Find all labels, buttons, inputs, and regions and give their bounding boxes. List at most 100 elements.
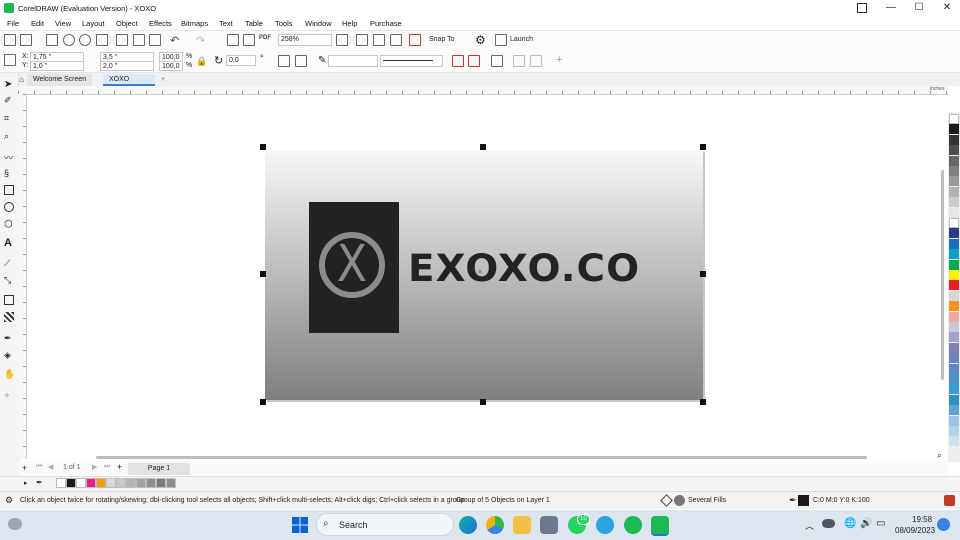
telegram-icon[interactable] (596, 516, 614, 534)
document-palette-swatch[interactable] (126, 478, 136, 488)
mirror-vertical-icon[interactable] (295, 55, 307, 67)
volume-icon[interactable]: 🔊 (860, 518, 872, 529)
spotify-icon[interactable] (624, 516, 642, 534)
export-icon[interactable] (243, 34, 255, 46)
selection-handle-bottom-right[interactable] (700, 399, 706, 405)
palette-swatch[interactable] (949, 311, 959, 322)
palette-swatch[interactable] (949, 186, 959, 197)
import-icon[interactable] (227, 34, 239, 46)
document-palette-swatch[interactable] (76, 478, 86, 488)
palette-swatch[interactable] (949, 238, 959, 249)
document-palette-swatch[interactable] (136, 478, 146, 488)
menu-text[interactable]: Text (219, 19, 233, 28)
maximize-button[interactable]: ☐ (912, 2, 926, 14)
document-palette-swatch[interactable] (56, 478, 66, 488)
menu-file[interactable]: File (7, 19, 19, 28)
tray-chevron-icon[interactable]: ︿ (805, 519, 814, 532)
selection-handle-bottom-left[interactable] (260, 399, 266, 405)
settings-app-icon[interactable] (540, 516, 558, 534)
palette-swatch[interactable] (949, 353, 959, 364)
menu-object[interactable]: Object (116, 19, 138, 28)
palette-swatch[interactable] (949, 332, 959, 343)
prev-page-icon[interactable]: ◀ (48, 463, 53, 471)
tab-xoxo[interactable]: XOXO (103, 74, 155, 86)
paste-icon[interactable] (149, 34, 161, 46)
show-guidelines-icon[interactable] (390, 34, 402, 46)
parallel-dimension-icon[interactable]: ⟋ (4, 258, 14, 268)
palette-swatch[interactable] (949, 145, 959, 156)
document-palette-swatch[interactable] (66, 478, 76, 488)
export-pdf-icon[interactable]: PDF (259, 35, 271, 41)
palette-swatch[interactable] (949, 405, 959, 416)
palette-swatch[interactable] (949, 384, 959, 395)
zoom-corner-icon[interactable]: ⌕ (937, 451, 941, 461)
new-document-icon[interactable] (4, 34, 16, 46)
combine-icon[interactable] (513, 55, 525, 67)
menu-bitmaps[interactable]: Bitmaps (181, 19, 208, 28)
hints-panel-icon[interactable] (944, 495, 955, 506)
horizontal-scrollbar[interactable] (96, 456, 867, 459)
file-explorer-icon[interactable] (513, 516, 531, 534)
first-page-icon[interactable]: ⏮ (36, 463, 42, 471)
align-distribute-icon[interactable] (491, 55, 503, 67)
edge-browser-icon[interactable] (459, 516, 477, 534)
alignment-guides-icon[interactable] (409, 34, 421, 46)
cut-icon[interactable] (116, 34, 128, 46)
palette-swatch[interactable] (949, 322, 959, 332)
onedrive-icon[interactable] (822, 519, 835, 528)
palette-swatch[interactable] (949, 374, 959, 384)
clock-date[interactable]: 08/09/2023 (895, 526, 935, 535)
open-icon[interactable] (20, 34, 32, 46)
document-palette-swatch[interactable] (166, 478, 176, 488)
palette-menu-icon[interactable]: ▸ (24, 479, 28, 487)
next-page-icon[interactable]: ▶ (92, 463, 97, 471)
cloud-upload-icon[interactable] (63, 34, 75, 46)
menu-tools[interactable]: Tools (275, 19, 293, 28)
minimize-button[interactable]: — (884, 2, 898, 14)
transparency-icon[interactable] (4, 312, 14, 322)
line-style-dropdown[interactable] (380, 55, 443, 67)
print-icon[interactable] (96, 34, 108, 46)
weather-widget-icon[interactable] (8, 518, 22, 530)
zoom-to-page-icon[interactable] (336, 34, 348, 46)
polygon-tool-icon[interactable]: ⬡ (4, 219, 14, 230)
home-icon[interactable]: ⌂ (19, 75, 24, 84)
redo-icon[interactable]: ↷ (196, 34, 205, 47)
crop-tool-icon[interactable]: ⌗ (4, 113, 14, 123)
menu-table[interactable]: Table (245, 19, 263, 28)
tab-add-button[interactable]: + (155, 74, 171, 86)
menu-purchase[interactable]: Purchase (370, 19, 402, 28)
artistic-media-icon[interactable]: § (4, 168, 14, 178)
palette-swatch[interactable] (949, 218, 959, 228)
rectangle-tool-icon[interactable] (4, 185, 14, 195)
battery-icon[interactable]: ▭ (876, 518, 885, 529)
palette-swatch[interactable] (949, 301, 959, 312)
y-position-field[interactable]: 1,0 " (30, 61, 84, 71)
copy-icon[interactable] (133, 34, 145, 46)
break-apart-icon[interactable] (530, 55, 542, 67)
pick-tool-icon[interactable]: ➤ (4, 79, 14, 90)
smart-fill-icon[interactable]: ✋ (4, 369, 15, 379)
cloud-download-icon[interactable] (79, 34, 91, 46)
undo-icon[interactable]: ↶ (170, 34, 179, 47)
add-icon[interactable]: + (556, 54, 562, 66)
palette-swatch[interactable] (949, 270, 959, 280)
save-icon[interactable] (46, 34, 58, 46)
document-palette-swatch[interactable] (116, 478, 126, 488)
palette-swatch[interactable] (949, 342, 959, 353)
eyedropper-palette-icon[interactable]: ✒ (36, 478, 43, 487)
add-page-after-icon[interactable]: + (117, 462, 122, 472)
connector-tool-icon[interactable]: ⤡ (4, 275, 14, 285)
eyedropper-icon[interactable]: ✒ (4, 333, 14, 343)
close-button[interactable]: ✕ (940, 2, 954, 14)
ungroup-icon[interactable] (452, 55, 464, 67)
tab-welcome-screen[interactable]: Welcome Screen (27, 74, 93, 86)
palette-swatch[interactable] (949, 415, 959, 426)
outline-pen-icon[interactable]: ✎ (318, 55, 326, 66)
rotation-angle-field[interactable]: 0,0 (226, 55, 256, 66)
add-tool-icon[interactable]: + (4, 391, 14, 402)
palette-swatch[interactable] (949, 176, 959, 187)
palette-swatch[interactable] (949, 197, 959, 208)
outline-width-dropdown[interactable] (328, 55, 378, 67)
scale-height-field[interactable]: 100,0 (159, 61, 183, 71)
